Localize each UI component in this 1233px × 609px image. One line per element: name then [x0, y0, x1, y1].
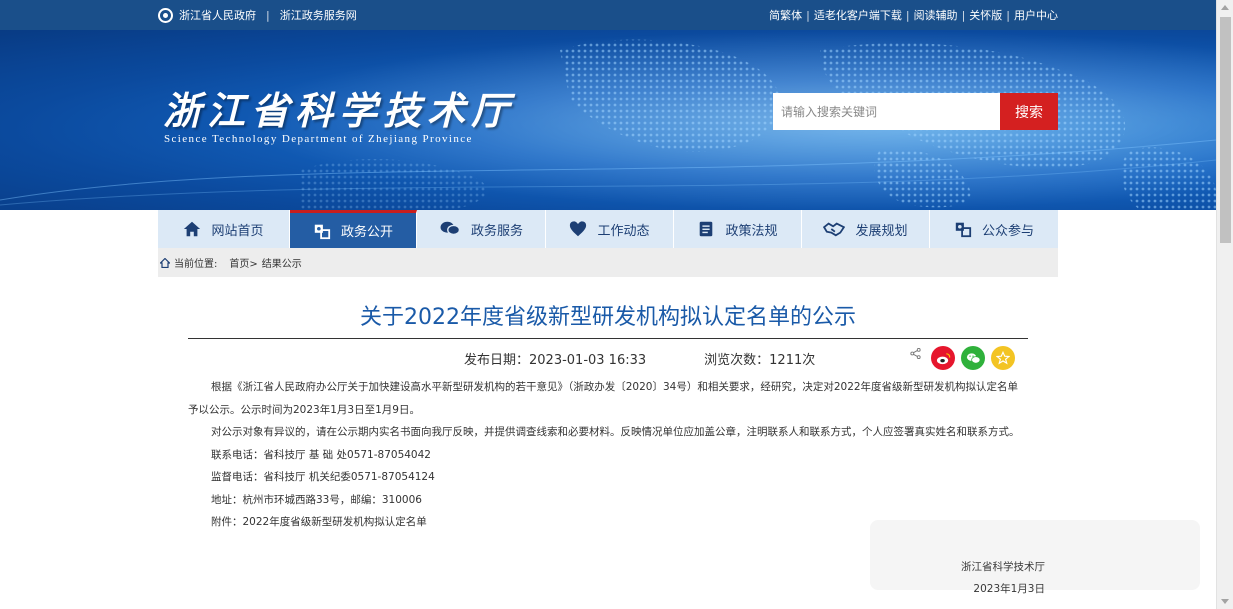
search-button[interactable]: 搜索 — [1000, 93, 1058, 130]
page-scrollbar[interactable] — [1216, 0, 1233, 609]
nav-item-gov-service[interactable]: 政务服务 — [417, 210, 546, 248]
scroll-down-icon[interactable] — [1221, 599, 1229, 604]
breadcrumb-label: 当前位置: — [174, 259, 218, 270]
scroll-thumb[interactable] — [1220, 17, 1231, 243]
view-count: 浏览次数：1211次 — [704, 353, 816, 368]
heart-icon — [570, 221, 587, 237]
main-nav: 网站首页 政务公开 政务服务 工作动态 政策法规 发展规划 公众参与 — [158, 210, 1058, 248]
participation-icon — [955, 222, 972, 238]
handshake-icon — [823, 222, 846, 237]
address: 地址：杭州市环城西路33号，邮编：310006 — [211, 493, 422, 506]
nav-item-work-news[interactable]: 工作动态 — [546, 210, 674, 248]
header-banner: 浙江省科学技术厅 Science Technology Department o… — [0, 30, 1216, 210]
separator: | — [1006, 9, 1010, 22]
nav-item-open-gov[interactable]: 政务公开 — [290, 210, 417, 248]
nav-item-policy[interactable]: 政策法规 — [674, 210, 802, 248]
nav-item-label: 工作动态 — [597, 223, 650, 239]
breadcrumb-current[interactable]: 结果公示 — [262, 255, 302, 270]
site-logo[interactable]: 浙江省科学技术厅 — [163, 80, 515, 135]
home-icon — [184, 221, 201, 237]
link-care-version[interactable]: 关怀版 — [969, 7, 1002, 23]
favorite-icon[interactable] — [991, 346, 1015, 370]
nav-item-label: 政务服务 — [470, 223, 523, 239]
share-icon — [910, 347, 921, 359]
site-logo-subtitle: Science Technology Department of Zhejian… — [164, 133, 473, 145]
breadcrumb: 当前位置: 首页> 结果公示 — [158, 248, 1058, 277]
nav-item-label: 政务公开 — [340, 225, 393, 240]
contact-phone: 联系电话：省科技厅 基 础 处0571-87054042 — [211, 448, 431, 461]
top-left-links: 浙江省人民政府 | 浙江政务服务网 — [158, 7, 357, 23]
link-zhejiang-gov[interactable]: 浙江省人民政府 — [179, 7, 256, 23]
link-user-center[interactable]: 用户中心 — [1014, 7, 1058, 23]
link-elderly-app[interactable]: 适老化客户端下载 — [814, 7, 902, 23]
nav-item-label: 公众参与 — [981, 223, 1034, 239]
nav-item-label: 网站首页 — [211, 223, 264, 239]
nav-item-participation[interactable]: 公众参与 — [930, 210, 1058, 248]
nav-item-label: 发展规划 — [855, 223, 908, 239]
scroll-up-icon[interactable] — [1221, 5, 1229, 10]
home-small-icon — [160, 257, 170, 268]
open-gov-icon — [314, 224, 331, 239]
share-bar — [910, 346, 1015, 370]
link-reading-aid[interactable]: 阅读辅助 — [914, 7, 958, 23]
watermark-decoration — [870, 520, 1200, 590]
chat-icon — [440, 221, 461, 236]
supervision-phone: 监督电话：省科技厅 机关纪委0571-87054124 — [211, 471, 435, 483]
emblem-icon — [158, 7, 173, 23]
weibo-icon[interactable] — [931, 346, 955, 370]
top-bar-inner: 浙江省人民政府 | 浙江政务服务网 简繁体 | 适老化客户端下载 | 阅读辅助 | 关怀版 |… — [158, 0, 1058, 30]
search-input[interactable] — [773, 93, 1000, 130]
breadcrumb-home[interactable]: 首页> — [229, 255, 257, 270]
separator: | — [961, 9, 966, 22]
title-divider — [188, 338, 1028, 339]
search-box: 搜索 — [773, 93, 1058, 130]
publish-date: 发布日期：2023-01-03 16:33 — [464, 353, 647, 368]
article-title: 关于2022年度省级新型研发机构拟认定名单的公示 — [360, 305, 856, 330]
wechat-icon[interactable] — [961, 346, 985, 370]
top-right-links: 简繁体 | 适老化客户端下载 | 阅读辅助 | 关怀版 | 用户中心 — [769, 7, 1058, 23]
link-simplified-traditional[interactable]: 简繁体 — [769, 7, 802, 23]
document-icon — [700, 221, 713, 237]
article-meta: 发布日期：2023-01-03 16:33 浏览次数：1211次 — [464, 349, 815, 368]
nav-item-home[interactable]: 网站首页 — [158, 210, 290, 248]
separator: | — [266, 8, 270, 22]
top-bar: 浙江省人民政府 | 浙江政务服务网 简繁体 | 适老化客户端下载 | 阅读辅助 | 关怀版 |… — [0, 0, 1216, 30]
separator: | — [905, 9, 910, 22]
link-zhejiang-service[interactable]: 浙江政务服务网 — [280, 7, 357, 23]
article-body: 根据《浙江省人民政府办公厅关于加快建设高水平新型研发机构的若干意见》（浙政办发〔… — [188, 376, 1028, 534]
article-paragraph: 根据《浙江省人民政府办公厅关于加快建设高水平新型研发机构的若干意见》（浙政办发〔… — [188, 381, 1019, 416]
nav-item-label: 政策法规 — [725, 223, 778, 239]
separator: | — [806, 9, 810, 22]
article-paragraph: 对公示对象有异议的，请在公示期内实名书面向我厅反映，并提供调查线索和必要材料。反… — [211, 426, 1020, 438]
nav-item-planning[interactable]: 发展规划 — [802, 210, 930, 248]
